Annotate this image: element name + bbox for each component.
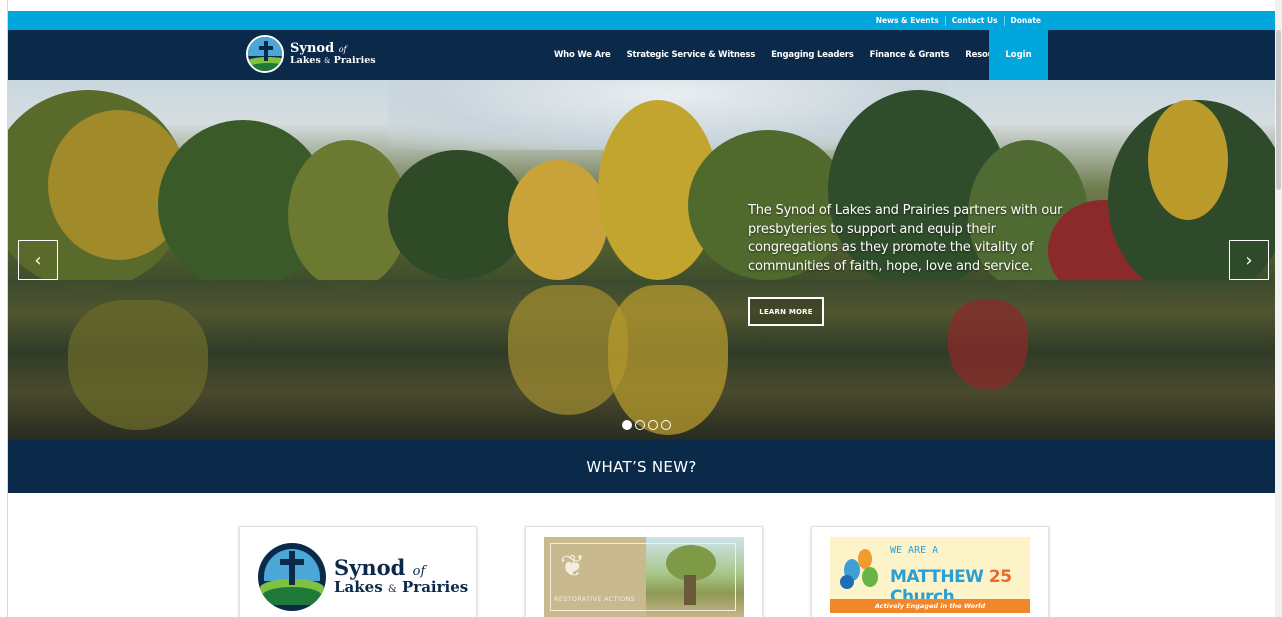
donate-link[interactable]: Donate — [1005, 16, 1047, 25]
carousel-indicators — [622, 420, 671, 430]
nav-who-we-are[interactable]: Who We Are — [546, 50, 619, 60]
hero-carousel: ‹ › The Synod of Lakes and Prairies part… — [8, 80, 1275, 440]
news-card-matthew-25[interactable]: WE ARE A MATTHEW 25 Church Actively Enga… — [811, 526, 1049, 617]
carousel-prev-button[interactable]: ‹ — [18, 240, 58, 280]
logo-wordmark: Synod of Lakes & Prairies — [290, 42, 376, 66]
carousel-dot-4[interactable] — [661, 420, 671, 430]
people-group-icon — [840, 545, 882, 591]
logo-synod: Synod — [290, 41, 335, 57]
carousel-dot-2[interactable] — [635, 420, 645, 430]
scrollbar-thumb[interactable] — [1276, 30, 1281, 190]
scrollbar[interactable] — [1275, 0, 1282, 617]
main-nav: Synod of Lakes & Prairies Who We Are Str… — [8, 30, 1275, 80]
carousel-dot-3[interactable] — [648, 420, 658, 430]
card-amp: & — [387, 584, 397, 595]
matthew-25-tagline: Actively Engaged in the World — [830, 599, 1030, 613]
synod-wordmark: Synod of Lakes & Prairies — [334, 557, 468, 595]
nav-engaging-leaders[interactable]: Engaging Leaders — [763, 50, 862, 60]
learn-more-button[interactable]: LEARN MORE — [748, 297, 824, 326]
chevron-left-icon: ‹ — [34, 249, 42, 271]
card-of: of — [412, 564, 426, 579]
matthew-word: MATTHEW — [890, 567, 984, 587]
utility-links: News & Events Contact Us Donate — [870, 11, 1047, 30]
window-left-edge — [0, 0, 8, 617]
restorative-actions-image: ❦ RESTORATIVE ACTIONS — [544, 537, 744, 617]
chevron-right-icon: › — [1245, 249, 1253, 271]
logo-of: of — [338, 45, 347, 55]
news-card-synod[interactable]: Synod of Lakes & Prairies — [239, 526, 477, 617]
logo-emblem-icon — [246, 35, 284, 73]
hero-message: The Synod of Lakes and Prairies partners… — [748, 203, 1063, 274]
logo-amp: & — [324, 57, 331, 66]
contact-us-link[interactable]: Contact Us — [946, 16, 1004, 25]
logo-lakes: Lakes — [290, 55, 321, 67]
card-prairies: Prairies — [402, 578, 469, 596]
news-events-link[interactable]: News & Events — [870, 16, 945, 25]
card-synod: Synod — [334, 555, 406, 580]
nav-menu: Who We Are Strategic Service & Witness E… — [546, 30, 1021, 80]
nav-strategic-service[interactable]: Strategic Service & Witness — [619, 50, 764, 60]
carousel-next-button[interactable]: › — [1229, 240, 1269, 280]
site-logo[interactable]: Synod of Lakes & Prairies — [246, 35, 376, 73]
page: News & Events Contact Us Donate Synod of… — [0, 0, 1282, 617]
matthew-25-banner: WE ARE A MATTHEW 25 Church Actively Enga… — [830, 537, 1030, 613]
card-lakes: Lakes — [334, 578, 383, 596]
login-button[interactable]: Login — [989, 30, 1048, 80]
we-are-a-text: WE ARE A — [890, 545, 939, 556]
news-card-restorative-actions[interactable]: ❦ RESTORATIVE ACTIONS — [525, 526, 763, 617]
nav-finance-grants[interactable]: Finance & Grants — [862, 50, 958, 60]
matthew-number: 25 — [988, 567, 1012, 587]
carousel-dot-1[interactable] — [622, 420, 632, 430]
utility-bar: News & Events Contact Us Donate — [8, 11, 1275, 30]
synod-emblem-icon — [258, 543, 326, 611]
whats-new-heading: WHAT’S NEW? — [8, 440, 1275, 493]
logo-prairies: Prairies — [333, 55, 376, 67]
